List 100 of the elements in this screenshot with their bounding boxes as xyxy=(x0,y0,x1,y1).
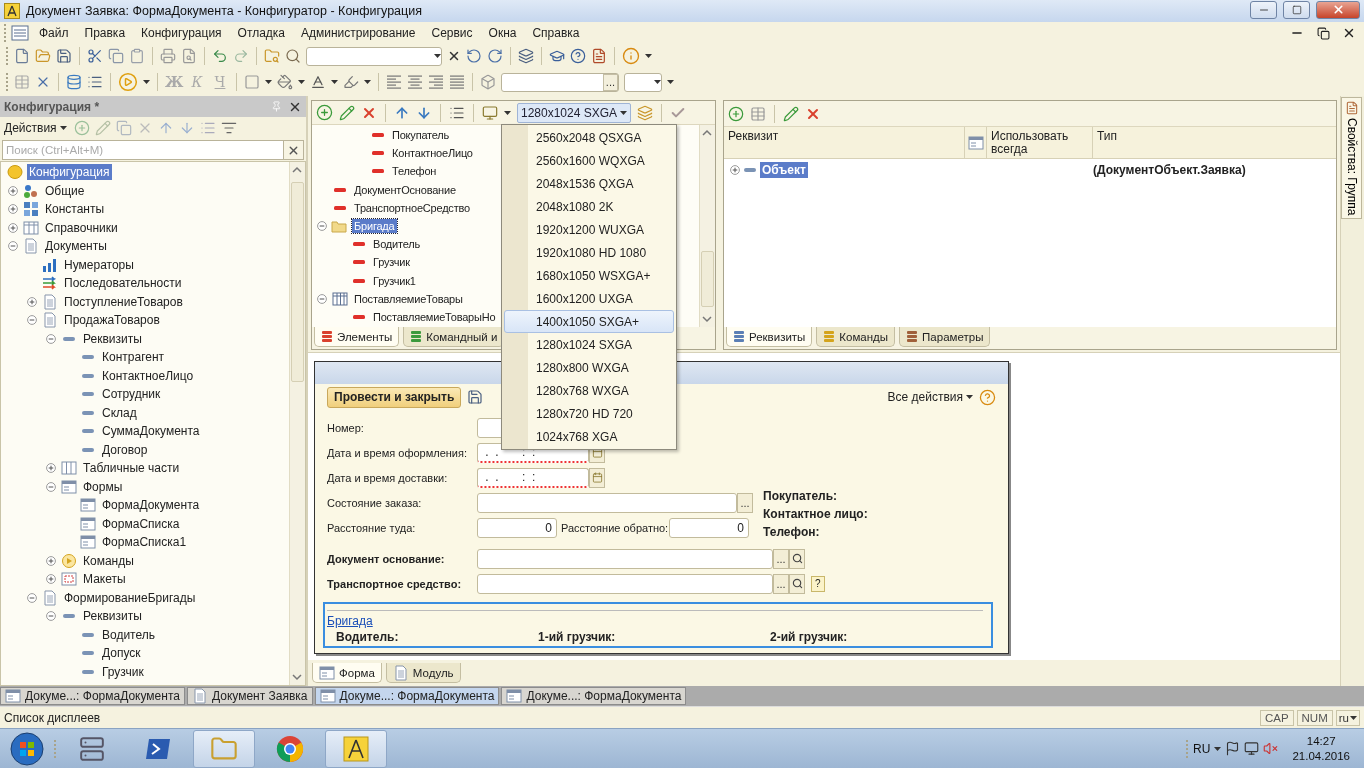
calendar-button[interactable] xyxy=(589,467,605,488)
info-icon[interactable] xyxy=(622,47,640,65)
tree-item[interactable]: ФормированиеБригады xyxy=(62,589,198,606)
menu-item[interactable]: Администрирование xyxy=(295,24,422,42)
form-icon[interactable] xyxy=(87,74,103,90)
tree-item[interactable]: Формы xyxy=(81,478,125,495)
flag-icon[interactable] xyxy=(1225,741,1241,756)
collapse-icon[interactable] xyxy=(27,592,37,603)
collapse-icon[interactable] xyxy=(317,293,327,304)
tree-item[interactable]: ФормаСписка1 xyxy=(100,534,189,551)
all-actions-menu[interactable]: Все действия xyxy=(887,390,973,404)
menu-item[interactable]: Правка xyxy=(78,24,132,42)
add-icon[interactable] xyxy=(728,105,744,122)
collapse-icon[interactable] xyxy=(8,241,18,252)
number-field[interactable]: 0 xyxy=(669,517,749,538)
resolution-option[interactable]: 2048x1536 QXGA xyxy=(504,172,674,195)
actions-menu[interactable]: Действия xyxy=(2,121,69,135)
search-icon[interactable] xyxy=(285,48,301,64)
terminal-icon[interactable] xyxy=(145,737,171,760)
collapse-icon[interactable] xyxy=(46,481,56,492)
tree-item[interactable]: КонтактноеЛицо xyxy=(390,146,475,161)
folder-icon[interactable] xyxy=(35,48,51,64)
tab[interactable]: Параметры xyxy=(899,327,991,347)
column-header[interactable]: Тип xyxy=(1093,127,1336,159)
tree-item[interactable]: Склад xyxy=(100,404,139,421)
reference-field[interactable] xyxy=(477,573,773,594)
tree-item[interactable]: Макеты xyxy=(81,571,128,588)
play-icon[interactable] xyxy=(118,72,138,92)
tree-item[interactable]: ФормаСписка xyxy=(100,515,182,532)
resolution-option[interactable]: 1280x720 HD 720 xyxy=(504,402,674,425)
reference-field[interactable] xyxy=(477,548,773,569)
tree-item[interactable]: ПоставляемиеТоварыНо xyxy=(371,309,498,324)
search-button[interactable] xyxy=(789,548,805,569)
resolution-option[interactable]: 2048x1080 2K xyxy=(504,195,674,218)
tab[interactable]: Реквизиты xyxy=(726,327,813,347)
redo-icon[interactable] xyxy=(233,48,249,64)
network-icon[interactable] xyxy=(1244,741,1260,756)
pencil-icon[interactable] xyxy=(783,105,799,122)
properties-tab[interactable]: Свойства: Группа xyxy=(1341,97,1362,220)
tree-item[interactable]: СуммаДокумента xyxy=(100,423,202,440)
tab[interactable]: Элементы xyxy=(314,327,400,347)
window-tab[interactable]: Докуме...: ФормаДокумента xyxy=(501,687,687,705)
window-tab[interactable]: Докуме...: ФормаДокумента xyxy=(0,687,185,705)
scroll-thumb[interactable] xyxy=(701,251,714,307)
tree-item[interactable]: Сотрудник xyxy=(100,386,163,403)
scroll-thumb[interactable] xyxy=(291,182,304,382)
tree-item[interactable]: Реквизиты xyxy=(81,608,144,625)
tree-item[interactable]: ТранспортноеСредство xyxy=(352,200,472,215)
server-icon[interactable] xyxy=(79,735,105,762)
table-icon[interactable] xyxy=(14,74,30,90)
graduate-icon[interactable] xyxy=(549,48,565,64)
tree-item[interactable]: Грузчик xyxy=(100,663,146,680)
choose-button[interactable]: ... xyxy=(773,573,789,594)
highlighter-icon[interactable] xyxy=(343,74,359,90)
new-file-icon[interactable] xyxy=(14,48,30,64)
size-combo[interactable] xyxy=(624,72,662,92)
resolution-option[interactable]: 1280x768 WXGA xyxy=(504,379,674,402)
tree-item[interactable]: Реквизиты xyxy=(81,330,144,347)
group-title-link[interactable]: Бригада xyxy=(327,614,373,628)
menu-icon[interactable] xyxy=(11,25,29,41)
menu-item[interactable]: Конфигурация xyxy=(135,24,228,42)
choose-button[interactable]: ... xyxy=(737,492,753,513)
tree-item[interactable]: Допуск xyxy=(100,645,143,662)
tree-item[interactable]: Команды xyxy=(81,552,136,569)
monitor-icon[interactable] xyxy=(482,104,498,121)
clipboard-icon[interactable] xyxy=(129,48,145,64)
paint-bucket-icon[interactable] xyxy=(277,74,293,90)
find-previous-icon[interactable] xyxy=(487,48,503,64)
tree-item[interactable]: Последовательности xyxy=(62,275,184,292)
font-field[interactable]: ... xyxy=(501,72,619,92)
help-icon[interactable] xyxy=(979,388,996,406)
resolution-option[interactable]: 2560x1600 WQXGA xyxy=(504,149,674,172)
pencil-icon[interactable] xyxy=(339,104,355,121)
expand-icon[interactable] xyxy=(8,222,18,233)
folder-search-icon[interactable] xyxy=(264,48,280,64)
resolution-option[interactable]: 1680x1050 WSXGA+ xyxy=(504,264,674,287)
scissors-icon[interactable] xyxy=(87,48,103,64)
resolution-option[interactable]: 1400x1050 SXGA+ xyxy=(504,310,674,333)
expand-icon[interactable] xyxy=(730,165,740,175)
tree-item[interactable]: ПоступлениеТоваров xyxy=(62,293,185,310)
add-icon[interactable] xyxy=(316,104,333,121)
tree-item[interactable]: Нумераторы xyxy=(62,256,136,273)
tree-item[interactable]: Водитель xyxy=(371,237,422,252)
tree-item[interactable]: Конфигурация xyxy=(27,164,112,181)
scrollbar[interactable] xyxy=(699,125,715,327)
post-close-button[interactable]: Провести и закрыть xyxy=(327,386,462,408)
expand-icon[interactable] xyxy=(46,463,56,474)
tab[interactable]: Форма xyxy=(312,663,382,683)
window-tab[interactable]: Докуме...: ФормаДокумента xyxy=(314,687,500,705)
tree-item[interactable]: Табличные части xyxy=(81,460,182,477)
hint-badge[interactable]: ? xyxy=(811,575,825,592)
database-icon[interactable] xyxy=(66,74,82,90)
tree-item[interactable]: ДокументОснование xyxy=(352,182,458,197)
resolution-option[interactable]: 1280x800 WXGA xyxy=(504,356,674,379)
table-cell[interactable]: Объект xyxy=(760,162,808,178)
expand-icon[interactable] xyxy=(8,204,18,215)
maximize-button[interactable] xyxy=(1283,0,1310,19)
copy-icon[interactable] xyxy=(115,120,132,136)
search-field[interactable]: Поиск (Ctrl+Alt+M) xyxy=(2,140,284,160)
tree-item[interactable]: ПродажаТоваров xyxy=(62,312,162,329)
